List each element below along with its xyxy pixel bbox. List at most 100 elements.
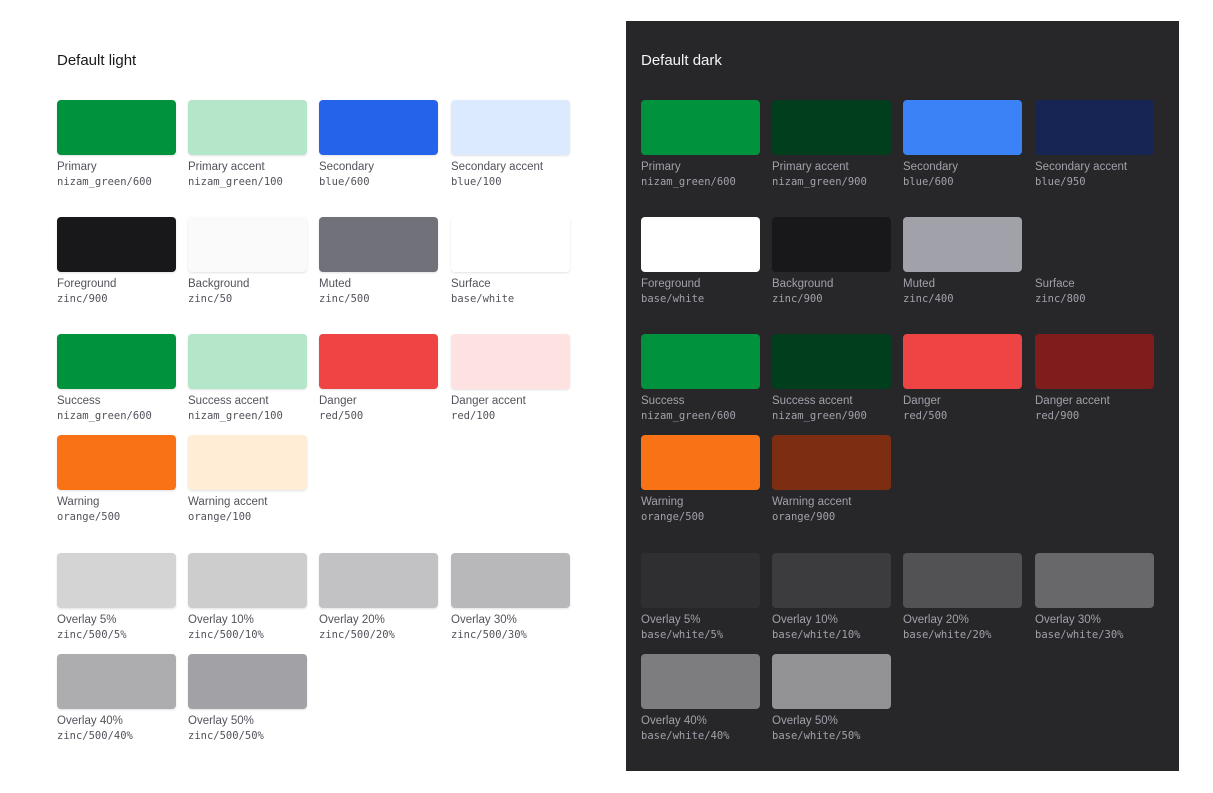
light-theme-panel: Default light Primary nizam_green/600 Prim… [0,21,626,771]
swatch-token: nizam_green/600 [641,176,736,188]
swatch-foreground: Foreground zinc/900 [57,217,176,307]
swatch-token: nizam_green/900 [772,410,867,422]
color-chip [451,100,570,155]
swatch-overlay-10: Overlay 10% zinc/500/10% [188,553,307,643]
swatch-token: nizam_green/600 [57,176,152,188]
swatch-name: Overlay 5% [57,614,117,626]
panel-title: Default dark [641,52,722,69]
swatch-token: zinc/900 [57,293,108,305]
swatch-token: zinc/800 [1035,293,1086,305]
swatch-name: Danger accent [1035,395,1110,407]
swatch-name: Success accent [772,395,853,407]
swatch-token: zinc/500/40% [57,730,133,742]
swatch-token: red/900 [1035,410,1080,422]
swatch-name: Danger accent [451,395,526,407]
swatch-name: Success [57,395,101,407]
color-chip [903,334,1022,389]
swatch-name: Foreground [641,278,701,290]
swatch-name: Secondary [903,161,958,173]
color-chip [641,435,760,490]
swatch-secondary: Secondary blue/600 [903,100,1022,190]
swatch-token: zinc/500/20% [319,629,395,641]
swatch-token: base/white/50% [772,730,861,742]
dark-theme-panel: Default dark Primary nizam_green/600 Prima… [626,21,1179,771]
swatch-name: Overlay 50% [188,715,254,727]
swatch-token: base/white/40% [641,730,730,742]
swatch-primary: Primary nizam_green/600 [641,100,760,190]
swatch-token: orange/900 [772,511,836,523]
color-chip [188,435,307,490]
swatch-danger-accent: Danger accent red/100 [451,334,570,424]
swatch-token: base/white/20% [903,629,992,641]
swatch-name: Secondary [319,161,374,173]
swatch-token: base/white [641,293,705,305]
color-chip [57,553,176,608]
swatch-name: Overlay 40% [57,715,123,727]
swatch-token: zinc/500/5% [57,629,127,641]
color-chip [188,654,307,709]
swatch-token: red/500 [319,410,364,422]
swatch-overlay-5: Overlay 5% base/white/5% [641,553,760,643]
swatch-name: Primary accent [188,161,265,173]
swatch-warning: Warning orange/500 [641,435,760,525]
swatch-name: Warning accent [188,496,268,508]
swatch-secondary: Secondary blue/600 [319,100,438,190]
swatch-token: blue/600 [319,176,370,188]
swatch-danger: Danger red/500 [319,334,438,424]
color-chip [1035,217,1154,272]
swatch-success-accent: Success accent nizam_green/100 [188,334,307,424]
color-chip [188,334,307,389]
swatch-name: Secondary accent [1035,161,1128,173]
swatch-token: orange/100 [188,511,252,523]
swatch-token: zinc/50 [188,293,233,305]
color-chip [451,217,570,272]
swatch-overlay-20: Overlay 20% base/white/20% [903,553,1022,643]
swatch-name: Background [772,278,834,290]
swatch-overlay-50: Overlay 50% base/white/50% [772,654,891,744]
color-chip [903,553,1022,608]
swatch-token: nizam_green/100 [188,176,283,188]
swatch-token: zinc/500/50% [188,730,264,742]
swatch-danger: Danger red/500 [903,334,1022,424]
color-chip [1035,100,1154,155]
color-chip [188,217,307,272]
swatch-name: Overlay 5% [641,614,701,626]
swatch-success: Success nizam_green/600 [57,334,176,424]
swatch-token: nizam_green/900 [772,176,867,188]
swatch-name: Foreground [57,278,117,290]
swatch-primary: Primary nizam_green/600 [57,100,176,190]
color-chip [57,100,176,155]
swatch-name: Secondary accent [451,161,544,173]
swatch-name: Warning [57,496,100,508]
swatch-danger-accent: Danger accent red/900 [1035,334,1154,424]
color-chip [772,334,891,389]
color-chip [641,217,760,272]
swatch-name: Overlay 10% [188,614,254,626]
swatch-name: Muted [319,278,351,290]
swatch-token: orange/500 [641,511,705,523]
swatch-name: Primary [641,161,681,173]
color-chip [451,553,570,608]
swatch-name: Overlay 40% [641,715,707,727]
color-chip [451,334,570,389]
color-chip [188,553,307,608]
swatch-name: Success accent [188,395,269,407]
swatch-token: base/white/5% [641,629,724,641]
color-chip [57,435,176,490]
swatch-success: Success nizam_green/600 [641,334,760,424]
color-chip [641,334,760,389]
swatch-name: Background [188,278,250,290]
color-chip [772,553,891,608]
swatch-secondary-accent: Secondary accent blue/100 [451,100,570,190]
color-chip [772,654,891,709]
swatch-token: red/500 [903,410,948,422]
swatch-token: blue/950 [1035,176,1086,188]
color-chip [319,217,438,272]
swatch-surface: Surface zinc/800 [1035,217,1154,307]
swatch-token: zinc/500/30% [451,629,527,641]
color-chip [641,100,760,155]
color-chip [772,435,891,490]
swatch-background: Background zinc/50 [188,217,307,307]
swatch-token: nizam_green/100 [188,410,283,422]
color-chip [641,654,760,709]
